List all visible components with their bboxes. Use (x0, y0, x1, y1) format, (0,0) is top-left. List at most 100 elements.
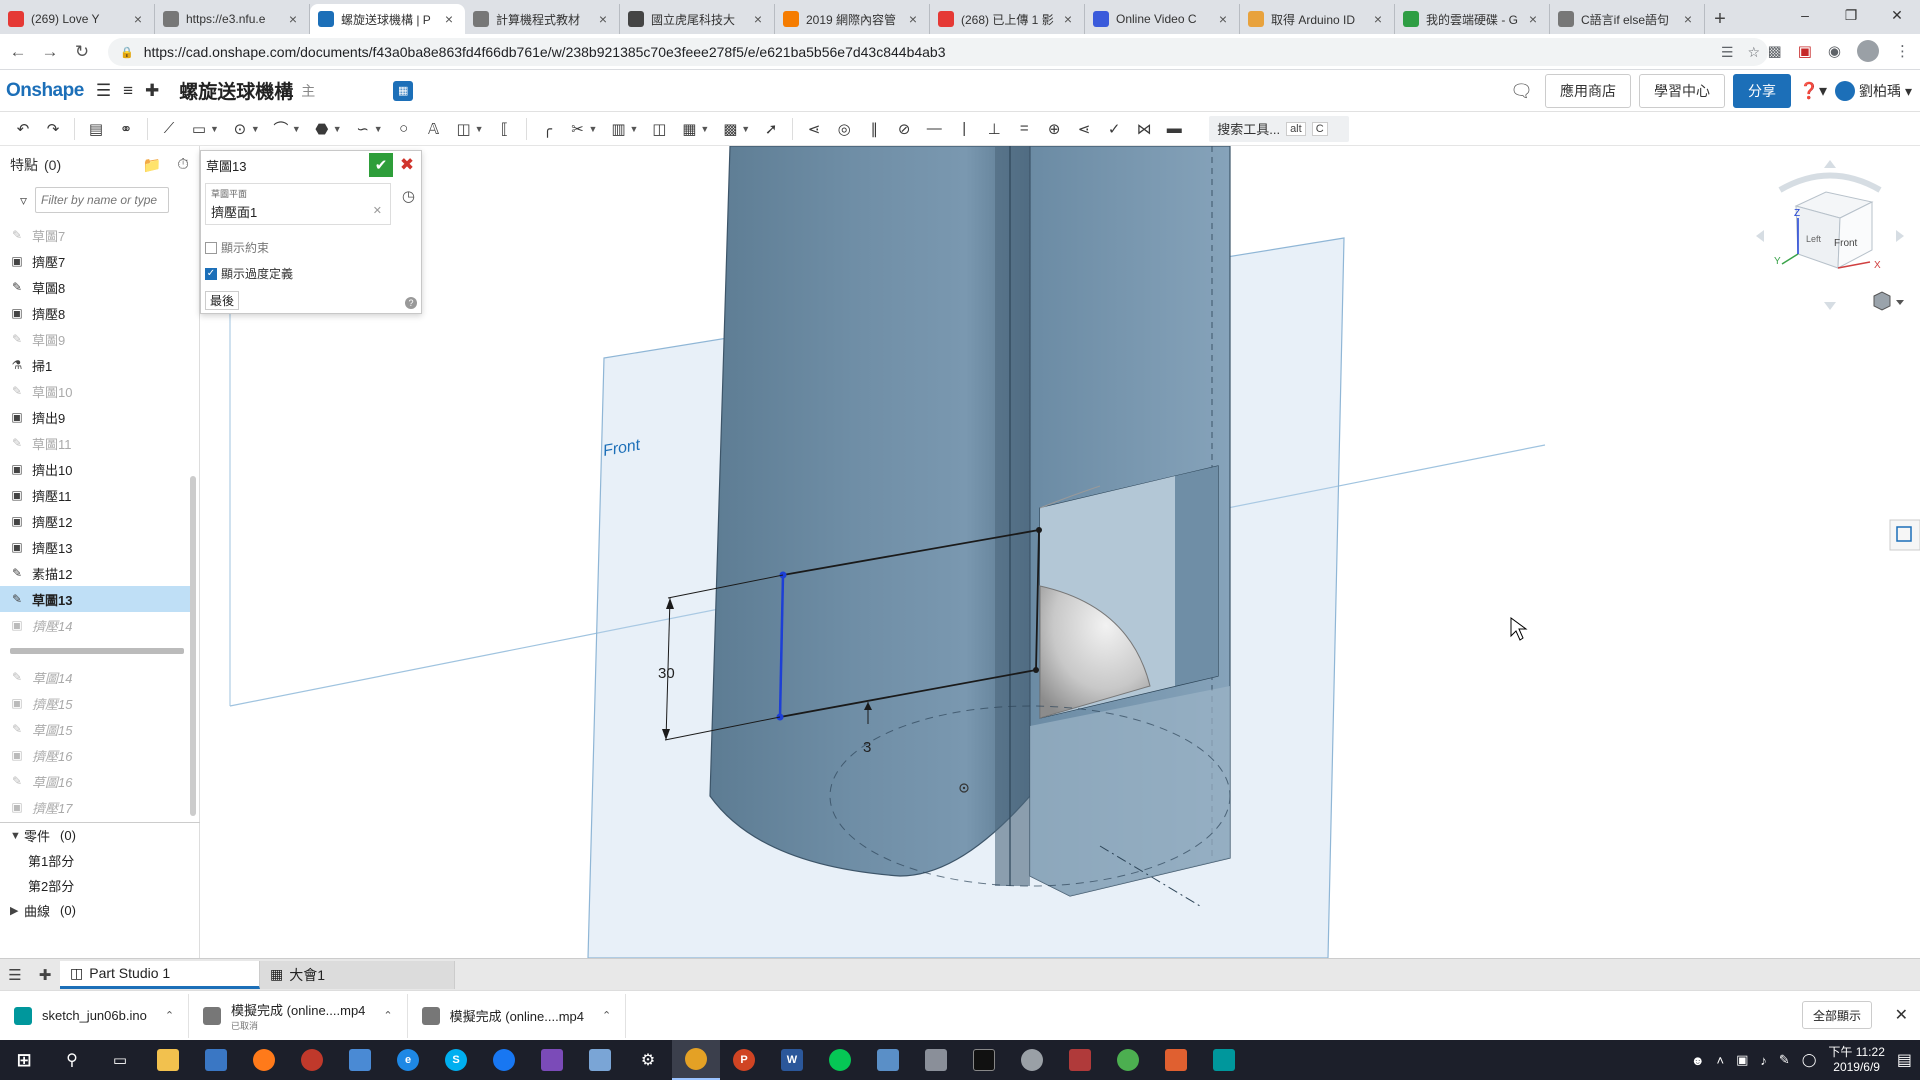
branch-label[interactable]: 主 (301, 81, 315, 101)
browser-tab[interactable]: (269) Love Y × (0, 4, 155, 34)
chevron-down-icon[interactable]: ▼ (374, 124, 383, 134)
ime-icon[interactable]: ◯ (1802, 1052, 1817, 1068)
feature-item[interactable]: ▣ 擠壓8 (0, 300, 190, 326)
coincident-icon[interactable]: ⋖ (803, 118, 825, 140)
feature-item[interactable]: ✎ 草圖7 (0, 222, 190, 248)
clock[interactable]: 下午 11:22 2019/6/9 (1828, 1045, 1884, 1075)
feature-item[interactable]: ✎ 草圖15 (0, 716, 190, 742)
help-icon[interactable]: ? (405, 297, 417, 309)
feature-item[interactable]: ▣ 擠壓13 (0, 534, 190, 560)
taskbar-app[interactable] (288, 1040, 336, 1080)
comments-icon[interactable]: 🗨 (1510, 81, 1533, 102)
document-title[interactable]: 螺旋送球機構 (179, 77, 293, 104)
spline-icon[interactable]: ∽ (352, 118, 374, 140)
checkbox-box[interactable]: ✓ (205, 267, 217, 280)
render-mode-icon[interactable] (1873, 291, 1904, 311)
redo-icon[interactable]: ↷ (42, 118, 64, 140)
chevron-down-icon[interactable]: ▼ (475, 124, 484, 134)
task-view-button[interactable]: ▭ (96, 1040, 144, 1080)
dimension-value-30[interactable]: 30 (658, 665, 675, 682)
tab-part-studio[interactable]: ◫ Part Studio 1 (60, 960, 260, 989)
tab-close-icon[interactable]: × (1525, 11, 1541, 27)
chevron-down-icon[interactable]: ▼ (333, 124, 342, 134)
chevron-down-icon[interactable]: ▼ (629, 124, 638, 134)
taskbar-app[interactable] (864, 1040, 912, 1080)
pierce-constraint-icon[interactable]: ✓ (1103, 118, 1125, 140)
text-icon[interactable]: 𝔸 (423, 118, 445, 140)
close-icon[interactable]: ✕ (1874, 0, 1920, 30)
taskbar-app[interactable] (1056, 1040, 1104, 1080)
tab-close-icon[interactable]: × (1680, 11, 1696, 27)
network-icon[interactable]: ▣ (1736, 1052, 1748, 1068)
browser-tab[interactable]: 計算機程式教材 × (465, 4, 620, 34)
chevron-down-icon[interactable]: ▼ (292, 124, 301, 134)
tab-close-icon[interactable]: × (750, 11, 766, 27)
curves-header[interactable]: ▶ 曲線 (0) (0, 898, 200, 923)
url-field[interactable]: 🔒 https://cad.onshape.com/documents/f43a… (108, 38, 1768, 66)
3d-viewport[interactable]: Front 30 3 Left Front X Y Z (200, 146, 1920, 958)
confirm-check-button[interactable]: ✔ (369, 153, 393, 177)
taskbar-app[interactable] (1200, 1040, 1248, 1080)
feature-item[interactable]: ▣ 擠壓12 (0, 508, 190, 534)
people-icon[interactable]: ☻ (1691, 1053, 1705, 1068)
add-feature-icon[interactable]: ✚ (145, 81, 159, 101)
feature-list-icon[interactable]: ≡ (123, 81, 133, 101)
feature-item[interactable]: ✎ 草圖10 (0, 378, 190, 404)
feature-item[interactable]: ▣ 擠壓14 (0, 612, 190, 638)
tab-close-icon[interactable]: × (285, 11, 301, 27)
rollback-bar[interactable] (0, 638, 190, 664)
taskbar-app[interactable]: W (768, 1040, 816, 1080)
rollback-handle[interactable] (10, 648, 184, 654)
start-button[interactable]: ⊞ (0, 1040, 48, 1080)
user-menu[interactable]: 劉柏瑀 ▾ (1834, 81, 1912, 101)
taskbar-app[interactable] (576, 1040, 624, 1080)
point-icon[interactable]: ○ (393, 118, 415, 140)
show-all-button[interactable]: 全部顯示 (1801, 1001, 1872, 1029)
feature-item[interactable]: ✎ 草圖11 (0, 430, 190, 456)
feature-item[interactable]: ▣ 擠壓16 (0, 742, 190, 768)
chevron-down-icon[interactable]: ▼ (210, 124, 219, 134)
checkbox-box[interactable] (205, 241, 217, 254)
mirror-icon[interactable]: ◫ (648, 118, 670, 140)
pdf-extension-icon[interactable]: ▣ (1798, 42, 1812, 60)
chevron-down-icon[interactable]: ▼ (741, 124, 750, 134)
taskbar-app[interactable]: P (720, 1040, 768, 1080)
view-cube-right-arrow[interactable] (1896, 230, 1904, 242)
tab-assembly[interactable]: ▦ 大會1 (260, 960, 455, 989)
view-cube-rotate-arc[interactable] (1778, 172, 1882, 193)
browser-tab[interactable]: https://e3.nfu.e × (155, 4, 310, 34)
add-folder-icon[interactable]: 📁 (143, 156, 162, 174)
part-item[interactable]: 第1部分 (0, 848, 200, 873)
offset-icon[interactable]: ▥ (607, 118, 629, 140)
feature-item[interactable]: ✎ 草圖16 (0, 768, 190, 794)
new-tab-button[interactable]: + (1705, 4, 1735, 34)
feature-item[interactable]: ▣ 擠出10 (0, 456, 190, 482)
view-cube[interactable]: Left Front X Y Z (1756, 160, 1904, 310)
model-canvas[interactable]: Front 30 3 Left Front X Y Z (200, 146, 1920, 958)
construction-icon[interactable]: ◫ (453, 118, 475, 140)
taskbar-app[interactable] (144, 1040, 192, 1080)
feature-item[interactable]: ✎ 草圖8 (0, 274, 190, 300)
circle-icon[interactable]: ⊙ (229, 118, 251, 140)
menu-dots-icon[interactable]: ⋮ (1895, 42, 1910, 60)
browser-tab[interactable]: C語言if else語句 × (1550, 4, 1705, 34)
fix-icon[interactable]: ▬ (1163, 118, 1185, 140)
use-icon[interactable]: ⚭ (115, 118, 137, 140)
browser-tab[interactable]: 我的雲端硬碟 - G × (1395, 4, 1550, 34)
view-cube-down-arrow[interactable] (1824, 302, 1836, 310)
show-constraints-checkbox[interactable]: 顯示約束 (205, 239, 269, 256)
browser-tab[interactable]: Online Video C × (1085, 4, 1240, 34)
help-icon[interactable]: ❓▾ (1799, 81, 1827, 101)
tab-close-icon[interactable]: × (905, 11, 921, 27)
vertical-icon[interactable]: | (953, 118, 975, 140)
browser-tab[interactable]: 取得 Arduino ID × (1240, 4, 1395, 34)
tab-close-icon[interactable]: × (441, 11, 457, 27)
taskbar-app[interactable] (480, 1040, 528, 1080)
feature-item[interactable]: ⚗ 掃1 (0, 352, 190, 378)
minimize-icon[interactable]: – (1782, 0, 1828, 30)
parts-header[interactable]: ▼ 零件 (0) (0, 823, 200, 848)
chevron-up-icon[interactable]: ⌃ (602, 1009, 611, 1022)
feature-item[interactable]: ✎ 草圖14 (0, 664, 190, 690)
sketch-name[interactable]: 草圖13 (206, 156, 246, 175)
onshape-logo[interactable]: Onshape (6, 80, 84, 102)
